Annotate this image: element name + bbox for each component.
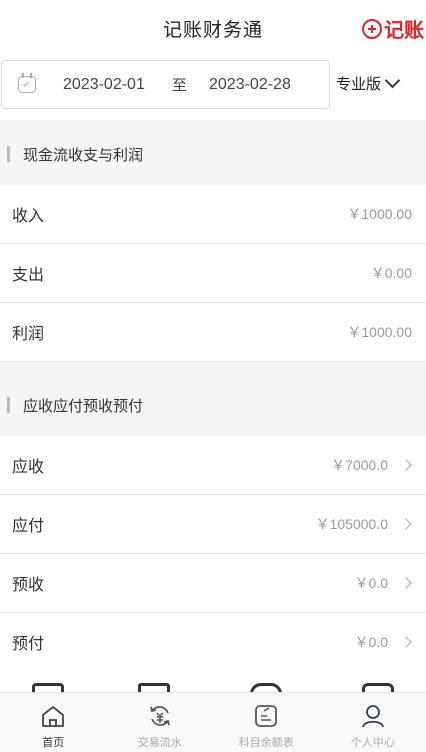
add-entry-label: 记账: [384, 20, 424, 42]
row-profit: 利润 ￥1000.00: [0, 303, 426, 362]
row-label: 利润: [12, 326, 45, 343]
row-label: 收入: [12, 208, 45, 225]
row-value: ￥0.0: [354, 575, 388, 591]
row-value: ￥0.0: [354, 634, 388, 650]
section-title: 现金流收支与利润: [23, 146, 144, 164]
tab-label: 科目余额表: [238, 737, 294, 749]
row-label: 支出: [12, 267, 45, 284]
chevron-right-icon: [400, 636, 412, 648]
ledger-icon: [255, 705, 278, 727]
home-icon: [42, 706, 65, 727]
row-value: ￥7000.0: [331, 457, 388, 473]
transactions-icon: [149, 706, 170, 726]
edition-dropdown[interactable]: 专业版: [336, 72, 401, 94]
date-filter-bar: 2023-02-01 至 2023-02-28 专业版: [0, 56, 426, 120]
row-payable[interactable]: 应付 ￥105000.0: [0, 495, 426, 554]
tab-transactions[interactable]: 交易流水: [107, 693, 214, 752]
add-entry-button[interactable]: 记账: [362, 14, 424, 43]
section-receivables-header: 应收应付预收预付: [0, 374, 426, 436]
row-label: 应付: [12, 518, 45, 535]
row-income: 收入 ￥1000.00: [0, 185, 426, 244]
chevron-right-icon: [400, 459, 412, 471]
plus-circle-icon: [362, 18, 382, 39]
row-label: 预付: [12, 636, 45, 653]
row-advance-received[interactable]: 预收 ￥0.0: [0, 554, 426, 613]
edition-label: 专业版: [336, 76, 382, 93]
end-date[interactable]: 2023-02-28: [209, 76, 291, 94]
chevron-down-icon: [384, 72, 401, 89]
date-range-picker[interactable]: 2023-02-01 至 2023-02-28: [1, 60, 330, 109]
section-marker: [7, 146, 10, 162]
start-date[interactable]: 2023-02-01: [63, 76, 145, 94]
row-expense: 支出 ￥0.00: [0, 244, 426, 303]
page-title: 记账财务通: [162, 19, 263, 41]
section-title: 应收应付预收预付: [23, 397, 144, 415]
app-header: 记账财务通 记账: [0, 0, 426, 56]
bottom-tab-bar: 首页 交易流水 科目余额表 个人中心: [0, 692, 426, 752]
tab-home[interactable]: 首页: [0, 693, 107, 752]
user-icon: [361, 705, 384, 728]
row-value: ￥0.00: [370, 265, 412, 281]
tab-ledger[interactable]: 科目余额表: [213, 693, 320, 752]
chevron-right-icon: [400, 577, 412, 589]
calendar-icon: [18, 73, 36, 93]
date-separator: 至: [172, 77, 188, 94]
row-label: 预收: [12, 577, 45, 594]
tab-profile[interactable]: 个人中心: [320, 693, 426, 752]
row-value: ￥1000.00: [347, 206, 412, 222]
section-cashflow-header: 现金流收支与利润: [0, 123, 426, 185]
row-receivable[interactable]: 应收 ￥7000.0: [0, 436, 426, 495]
row-label: 应收: [12, 459, 45, 476]
row-value: ￥1000.00: [347, 324, 412, 340]
tab-label: 交易流水: [137, 737, 182, 749]
section-marker: [7, 397, 10, 413]
row-value: ￥105000.0: [315, 516, 388, 532]
tab-label: 首页: [42, 737, 65, 749]
row-prepaid[interactable]: 预付 ￥0.0: [0, 613, 426, 672]
tab-label: 个人中心: [350, 737, 395, 749]
chevron-right-icon: [400, 518, 412, 530]
